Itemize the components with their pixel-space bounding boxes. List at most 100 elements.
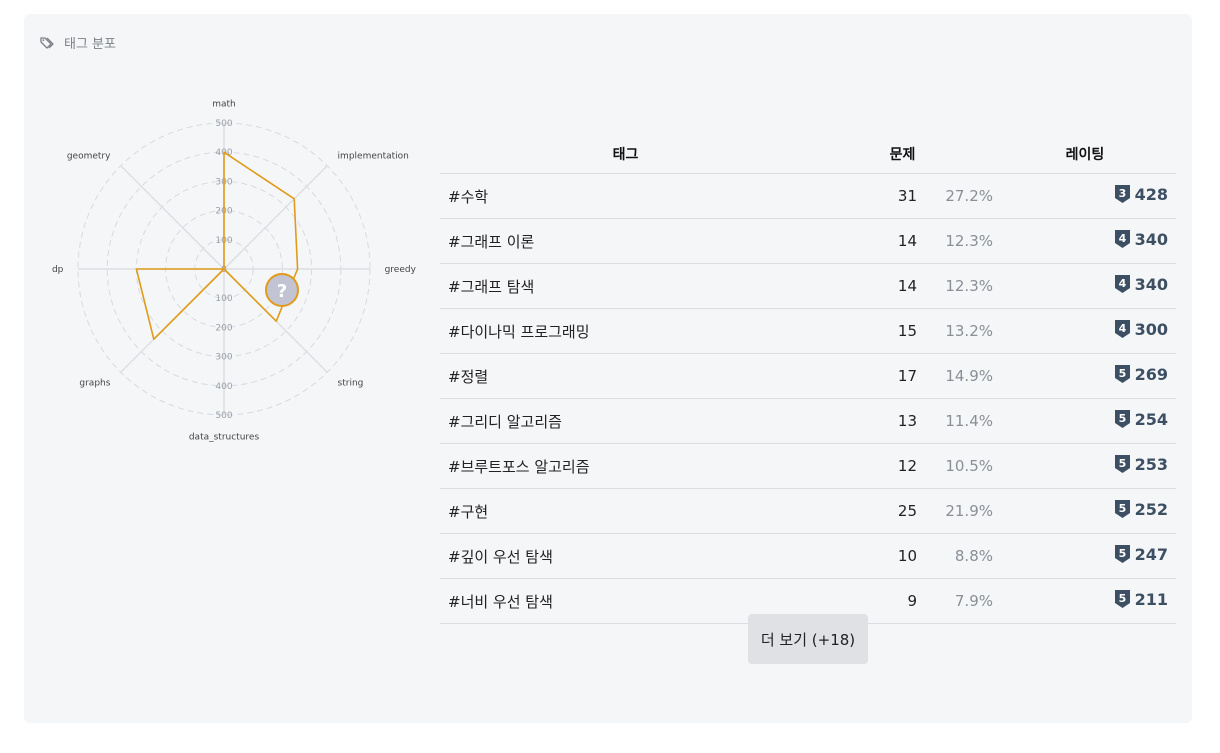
rating: 5 269 — [1114, 364, 1168, 384]
table-row[interactable]: #수학 31 27.2% 3 428 — [440, 173, 1176, 219]
tag-name[interactable]: #정렬 — [440, 353, 811, 399]
problem-count: 10 — [811, 533, 917, 579]
rating-value: 254 — [1134, 409, 1168, 429]
tier-number: 5 — [1118, 592, 1126, 605]
table-row[interactable]: #구현 25 21.9% 5 252 — [440, 488, 1176, 534]
rating: 5 247 — [1114, 544, 1168, 564]
problem-ratio: 7.9% — [917, 578, 994, 624]
tag-name[interactable]: #그래프 이론 — [440, 218, 811, 264]
rating: 5 254 — [1114, 409, 1168, 429]
rating-cell: 3 428 — [994, 173, 1176, 219]
rating-cell: 5 211 — [994, 578, 1176, 624]
tag-name[interactable]: #수학 — [440, 173, 811, 219]
tag-table: 태그 문제 레이팅 #수학 31 27.2% 3 428 #그래프 이론 14 12.3% 4 3… — [440, 134, 1176, 624]
rating-cell: 4 300 — [994, 308, 1176, 354]
card-title: 태그 분포 — [64, 37, 116, 52]
rating: 4 340 — [1114, 275, 1168, 294]
problem-ratio: 13.2% — [917, 308, 994, 354]
tag-name[interactable]: #구현 — [440, 488, 811, 534]
rating-cell: 5 247 — [994, 533, 1176, 579]
table-row[interactable]: #다이나믹 프로그래밍 15 13.2% 4 300 — [440, 308, 1176, 354]
tier-number: 5 — [1118, 457, 1126, 470]
radar-tick-label: 500 — [215, 411, 232, 421]
radar-tick-label: 400 — [215, 382, 232, 392]
table-row[interactable]: #그래프 이론 14 12.3% 4 340 — [440, 218, 1176, 264]
tier-badge-icon: 5 — [1114, 410, 1130, 429]
radar-tick-label: 300 — [215, 353, 232, 363]
tier-number: 5 — [1118, 502, 1126, 515]
problem-count: 17 — [811, 353, 917, 399]
radar-axis-label: data_structures — [189, 433, 260, 443]
table-header-row: 태그 문제 레이팅 — [440, 134, 1176, 174]
radar-axis-label: string — [338, 379, 364, 389]
show-more-button[interactable]: 더 보기 (+18) — [748, 614, 868, 664]
rating: 4 300 — [1114, 319, 1168, 339]
tag-name[interactable]: #깊이 우선 탐색 — [440, 533, 811, 579]
radar-spoke — [223, 165, 328, 270]
table-row[interactable]: #그리디 알고리즘 13 11.4% 5 254 — [440, 398, 1176, 444]
rating-value: 428 — [1134, 184, 1168, 204]
tier-badge-icon: 4 — [1114, 320, 1130, 339]
tag-name[interactable]: #다이나믹 프로그래밍 — [440, 308, 811, 354]
table-row[interactable]: #정렬 17 14.9% 5 269 — [440, 353, 1176, 399]
tag-name[interactable]: #그래프 탐색 — [440, 263, 811, 309]
help-marker-label: ? — [277, 281, 287, 302]
problem-ratio: 27.2% — [917, 173, 994, 219]
rating-value: 211 — [1134, 589, 1168, 609]
rating-cell: 5 254 — [994, 398, 1176, 444]
rating-value: 253 — [1134, 454, 1168, 474]
tier-badge-icon: 5 — [1114, 590, 1130, 609]
radar-tick-label: 100 — [215, 294, 232, 304]
tier-number: 3 — [1118, 187, 1126, 200]
rating-value: 269 — [1134, 364, 1168, 384]
header-tag: 태그 — [440, 134, 811, 174]
problem-ratio: 8.8% — [917, 533, 994, 579]
problem-ratio: 10.5% — [917, 443, 994, 489]
radar-axis-label: math — [212, 99, 236, 109]
problem-count: 15 — [811, 308, 917, 354]
problem-ratio: 12.3% — [917, 263, 994, 309]
rating-cell: 5 269 — [994, 353, 1176, 399]
tier-number: 5 — [1118, 367, 1126, 380]
problem-count: 14 — [811, 263, 917, 309]
rating: 3 428 — [1114, 184, 1168, 204]
rating-value: 340 — [1134, 229, 1168, 249]
problem-ratio: 14.9% — [917, 353, 994, 399]
rating-cell: 5 253 — [994, 443, 1176, 489]
problem-ratio: 12.3% — [917, 218, 994, 264]
radar-axis-label: implementation — [338, 151, 409, 161]
radar-axis-label: greedy — [385, 265, 417, 275]
problem-count: 13 — [811, 398, 917, 444]
rating-value: 252 — [1134, 499, 1168, 519]
rating-value: 300 — [1134, 319, 1168, 339]
problem-count: 31 — [811, 173, 917, 219]
table-row[interactable]: #깊이 우선 탐색 10 8.8% 5 247 — [440, 533, 1176, 579]
problem-count: 14 — [811, 218, 917, 264]
radar-tick-label: 200 — [215, 323, 232, 333]
tier-badge-icon: 4 — [1114, 275, 1130, 294]
tier-badge-icon: 5 — [1114, 365, 1130, 384]
tier-badge-icon: 4 — [1114, 230, 1130, 249]
radar-axis-label: dp — [52, 265, 64, 275]
tier-badge-icon: 5 — [1114, 500, 1130, 519]
tag-name[interactable]: #그리디 알고리즘 — [440, 398, 811, 444]
rating: 5 252 — [1114, 499, 1168, 519]
rating-value: 247 — [1134, 544, 1168, 564]
rating: 5 253 — [1114, 454, 1168, 474]
tier-number: 4 — [1118, 322, 1126, 335]
tags-icon — [40, 36, 56, 50]
table-row[interactable]: #브루트포스 알고리즘 12 10.5% 5 253 — [440, 443, 1176, 489]
rating: 4 340 — [1114, 229, 1168, 249]
problem-count: 12 — [811, 443, 917, 489]
tag-name[interactable]: #브루트포스 알고리즘 — [440, 443, 811, 489]
tier-number: 4 — [1118, 277, 1126, 290]
tier-badge-icon: 5 — [1114, 545, 1130, 564]
radar-tick-label: 500 — [215, 119, 232, 129]
problem-ratio: 11.4% — [917, 398, 994, 444]
radar-chart: 0 100 100 200 200 300 300 400 400 500 500 math imple… — [52, 99, 417, 443]
rating-cell: 4 340 — [994, 218, 1176, 264]
tier-number: 5 — [1118, 412, 1126, 425]
table-row[interactable]: #그래프 탐색 14 12.3% 4 340 — [440, 263, 1176, 309]
tier-number: 4 — [1118, 232, 1126, 245]
card-header: 태그 분포 — [40, 33, 116, 52]
